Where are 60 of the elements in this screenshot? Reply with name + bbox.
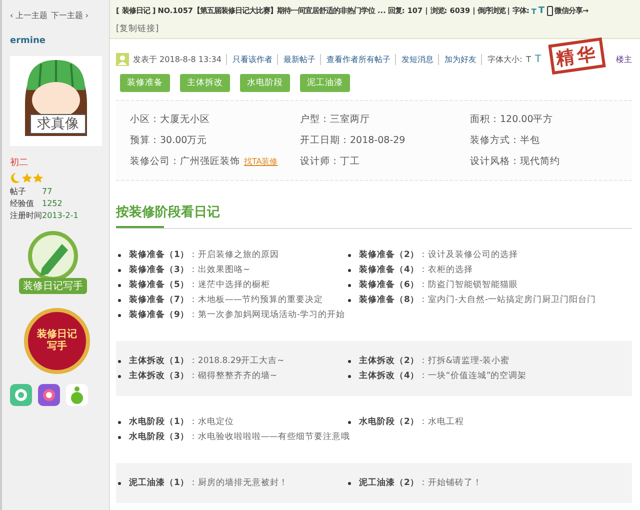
diary-entry-link[interactable]: 水电阶段（2）：水电工程 [359,416,464,428]
stat-value: 77 [42,186,52,198]
diary-entry-link[interactable]: 主体拆改（2）：打拆&请监理-装小蜜 [359,355,510,367]
floor-label: 楼主 [616,54,632,65]
diary-entry-link[interactable]: 主体拆改（4）：一块“价值连城”的空调架 [359,370,527,382]
diary-entry-link[interactable]: 装修准备（8）：室内门-大自然-一站搞定房门厨卫门阳台门 [359,294,596,306]
info-field: 设计风格：现代简约 [470,155,560,168]
avatar-sign: 求真像 [30,114,86,134]
diary-entry-link[interactable]: 水电阶段（1）：水电定位 [129,416,234,428]
font-large-link[interactable]: T [538,6,545,16]
copy-link[interactable]: [复制链接] [116,24,159,34]
app-icon[interactable] [10,384,32,406]
author-action-link[interactable]: 加为好友 [438,54,476,65]
diary-entry-link[interactable]: 主体拆改（3）：砌得整整齐齐的墙~ [129,370,278,382]
diary-entry-link[interactable]: 装修准备（2）：设计及装修公司的选择 [359,249,518,261]
diary-entry-link[interactable]: 水电阶段（3）：水电验收啦啦啦——有些细节要注意哦 [129,431,350,443]
font-size-label: 字体大小: [481,54,522,65]
featured-stamp: 精华 [548,37,606,75]
font-small-link[interactable]: T [526,55,532,64]
author-action-link[interactable]: 发短消息 [395,54,434,65]
info-field: 小区：大厦无小区 [130,113,210,126]
info-field: 户型：三室两厅 [300,113,370,126]
diary-entry-link[interactable]: 装修准备（3）：出效果图咯~ [129,264,250,276]
diary-entry-link[interactable]: 主体拆改（1）：2018.8.29开工大吉~ [129,355,284,367]
writer-badge: 装修日记写手 [10,230,96,300]
app-icon[interactable] [38,384,60,406]
user-icon [116,53,129,66]
diary-entry-link[interactable]: 装修准备（7）：木地板——节约预算的重要决定 [129,294,323,306]
font-large-link[interactable]: T [535,54,542,65]
author-action-link[interactable]: 最新帖子 [277,54,316,65]
diary-entry-link[interactable]: 装修准备（1）：开启装修之旅的原因 [129,249,279,261]
stat-label: 经验值 [10,198,35,210]
rank-icon [10,172,44,183]
diary-entry-link[interactable]: 装修准备（6）：防盗门智能锁智能猫眼 [359,279,518,291]
stat-label: 注册时间 [10,210,42,222]
writer-badge: 装修日记写手 [24,308,90,374]
info-field: 开工日期：2018-08-29 [300,134,406,147]
next-topic-link[interactable]: 下一主题 › [50,10,88,20]
info-field: 设计师：丁工 [300,155,360,168]
user-rank: 初二 [10,156,28,169]
diary-entry-link[interactable]: 装修准备（5）：迷茫中选择的橱柜 [129,279,270,291]
diary-entry-link[interactable]: 装修准备（9）：第一次参加妈网现场活动-学习的开始 [129,309,345,321]
diary-entry-link[interactable]: 泥工油漆（2）：开始铺砖了！ [359,477,482,489]
diary-entry-link[interactable]: 泥工油漆（1）：厨房的墙排无意被封！ [129,477,288,489]
post-time: 发表于 2018-8-8 13:34 [133,54,222,65]
info-field: 装修公司：广州强匠装饰 [130,155,240,168]
info-field: 面积：120.00平方 [470,113,554,126]
prev-topic-link[interactable]: ‹ 上一主题 [10,10,48,20]
username[interactable]: ermine [10,36,46,46]
section-heading: 按装修阶段看日记 [116,203,632,229]
stat-value: 1252 [42,198,62,210]
author-action-link[interactable]: 查看作者所有帖子 [320,54,390,65]
author-action-link[interactable]: 只看该作者 [226,54,272,65]
info-field: 预算：30.00万元 [130,134,208,147]
app-icon[interactable] [66,384,88,406]
stat-value: 2013-2-1 [42,210,78,222]
diary-entry-link[interactable]: 装修准备（4）：衣柜的选择 [359,264,473,276]
info-field: 装修方式：半包 [470,134,540,147]
phone-icon [546,6,553,16]
stat-label: 帖子 [10,186,27,198]
